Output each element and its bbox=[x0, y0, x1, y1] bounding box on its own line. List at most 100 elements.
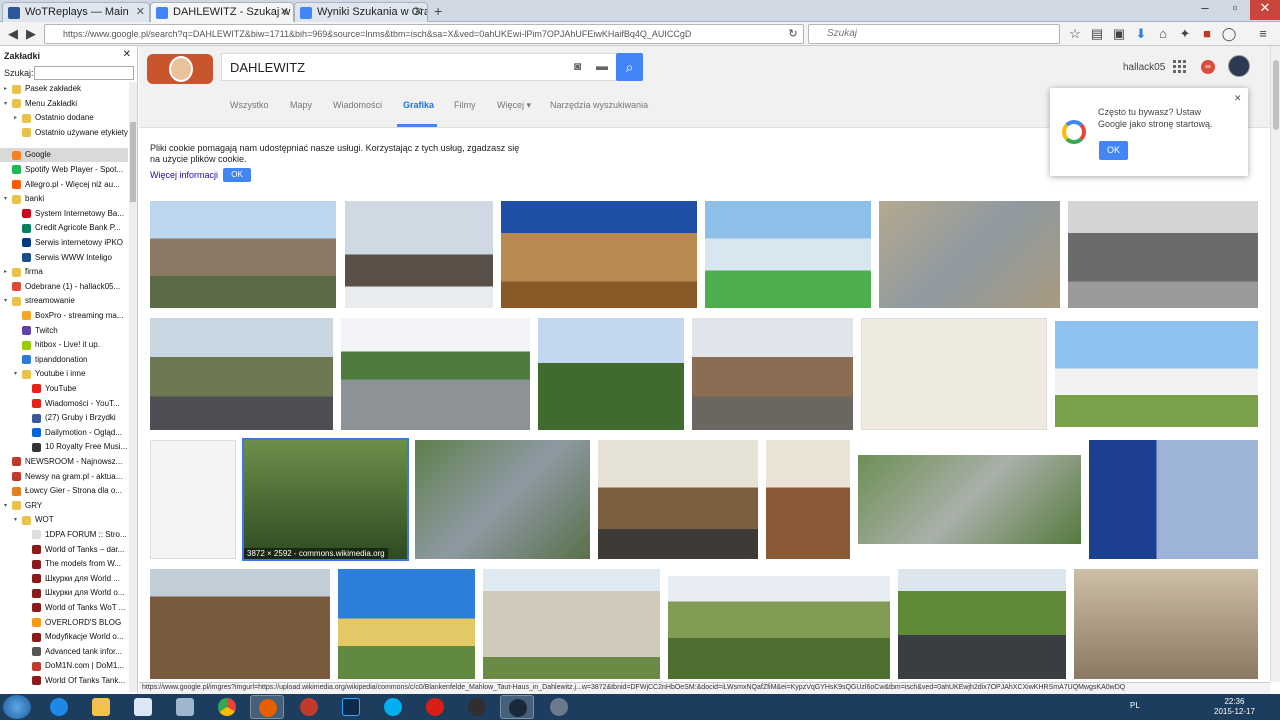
bookmark-item[interactable]: 1DPA FORUM :: Stro... bbox=[0, 528, 128, 542]
bookmark-item[interactable]: World of Tanks WoT ... bbox=[0, 601, 128, 615]
image-result[interactable] bbox=[501, 201, 697, 308]
close-icon[interactable]: ✕ bbox=[1234, 93, 1242, 104]
image-result[interactable] bbox=[1074, 569, 1258, 679]
adblock-icon[interactable]: ■ bbox=[1198, 25, 1216, 43]
bookmark-item[interactable]: Łowcy Gier - Strona dla o... bbox=[0, 484, 128, 498]
bookmark-folder[interactable]: Ostatnio używane etykiety bbox=[0, 126, 128, 140]
tab-grafika[interactable]: Grafika bbox=[403, 100, 434, 110]
lock-icon[interactable]: ▣ bbox=[1110, 25, 1128, 43]
taskbar-photoshop[interactable] bbox=[334, 695, 368, 719]
new-tab-button[interactable]: + bbox=[434, 3, 442, 19]
bookmark-item[interactable]: OVERLORD'S BLOG bbox=[0, 616, 128, 630]
sidebar-scrollbar[interactable] bbox=[129, 82, 137, 692]
image-result[interactable] bbox=[150, 569, 330, 679]
map-image-result[interactable] bbox=[150, 440, 236, 559]
image-result[interactable] bbox=[338, 569, 475, 679]
browser-tab-google-search[interactable]: DAHLEWITZ - Szukaj w Go... ✕ bbox=[150, 2, 294, 22]
camera-icon[interactable]: ◙ bbox=[574, 59, 581, 73]
bookmark-folder[interactable]: ▸ Ostatnio dodane bbox=[0, 111, 128, 125]
bookmark-item[interactable]: System Internetowy Ba... bbox=[0, 207, 128, 221]
taskbar-explorer[interactable] bbox=[84, 695, 118, 719]
close-tab-icon[interactable]: ✕ bbox=[414, 5, 423, 18]
close-sidebar-icon[interactable]: ✕ bbox=[123, 49, 131, 60]
image-result[interactable] bbox=[879, 201, 1060, 308]
taskbar-obs[interactable] bbox=[460, 695, 494, 719]
expand-toggle-icon[interactable]: ▾ bbox=[4, 499, 12, 513]
bookmark-item[interactable]: 10 Royalty Free Musi... bbox=[0, 440, 128, 454]
image-result[interactable] bbox=[483, 569, 660, 679]
taskbar-ie[interactable] bbox=[42, 695, 76, 719]
bookmark-item[interactable]: tipanddonation bbox=[0, 353, 128, 367]
expand-toggle-icon[interactable]: ▾ bbox=[4, 294, 12, 308]
bookmark-item[interactable]: Credit Agricole Bank P... bbox=[0, 221, 128, 235]
sidebar-search-input[interactable] bbox=[34, 66, 134, 80]
bookmark-folder[interactable]: ▾ Menu Zakładki bbox=[0, 97, 128, 111]
language-indicator[interactable]: PL bbox=[1130, 701, 1140, 710]
bookmark-item[interactable]: Wiadomości - YouT... bbox=[0, 397, 128, 411]
image-result[interactable] bbox=[898, 569, 1066, 679]
bookmark-item[interactable]: Spotify Web Player - Spot... bbox=[0, 163, 128, 177]
cookie-more-info-link[interactable]: Więcej informacji bbox=[150, 170, 218, 180]
forward-arrow-icon[interactable]: ▶ bbox=[22, 25, 40, 43]
promo-ok-button[interactable]: OK bbox=[1099, 141, 1128, 160]
bookmark-item[interactable]: Modyfikacje World o... bbox=[0, 630, 128, 644]
taskbar-skype[interactable] bbox=[376, 695, 410, 719]
page-scrollbar[interactable] bbox=[1270, 46, 1280, 682]
bookmark-item[interactable]: NEWSROOM - Najnowsz... bbox=[0, 455, 128, 469]
bookmark-item[interactable]: Advanced tank infor... bbox=[0, 645, 128, 659]
image-result[interactable] bbox=[345, 201, 493, 308]
bookmark-item[interactable]: YouTube bbox=[0, 382, 128, 396]
bookmark-item[interactable]: Newsy na gram.pl - aktua... bbox=[0, 470, 128, 484]
bookmark-item[interactable]: Шкурки для World ... bbox=[0, 572, 128, 586]
browser-search-input[interactable]: Szukaj bbox=[808, 24, 1060, 44]
taskbar-app[interactable] bbox=[292, 695, 326, 719]
expand-toggle-icon[interactable]: ▾ bbox=[14, 367, 22, 381]
close-tab-icon[interactable]: ✕ bbox=[280, 5, 289, 18]
close-tab-icon[interactable]: ✕ bbox=[136, 5, 145, 18]
taskbar-app2[interactable] bbox=[542, 695, 576, 719]
bookmark-folder[interactable]: ▾ WOT bbox=[0, 513, 128, 527]
bookmark-item[interactable]: hitbox - Live! it up. bbox=[0, 338, 128, 352]
back-arrow-icon[interactable]: ◀ bbox=[4, 25, 22, 43]
taskbar-calc[interactable] bbox=[168, 695, 202, 719]
bookmark-item[interactable]: BoxPro - streaming ma... bbox=[0, 309, 128, 323]
tab-wiadomosci[interactable]: Wiadomości bbox=[333, 100, 382, 110]
taskbar-notepad[interactable] bbox=[126, 695, 160, 719]
bookmark-item[interactable]: Шкурки для World o... bbox=[0, 586, 128, 600]
image-result[interactable] bbox=[858, 455, 1081, 544]
start-button[interactable] bbox=[3, 695, 31, 719]
expand-toggle-icon[interactable]: ▸ bbox=[14, 111, 22, 125]
image-result[interactable] bbox=[1089, 440, 1258, 559]
expand-toggle-icon[interactable]: ▾ bbox=[4, 192, 12, 206]
bookmark-item[interactable]: World of Tanks – dar... bbox=[0, 543, 128, 557]
bookmark-item[interactable]: Serwis WWW Inteligo bbox=[0, 251, 128, 265]
expand-toggle-icon[interactable]: ▾ bbox=[4, 97, 12, 111]
taskbar-steam[interactable] bbox=[500, 695, 534, 719]
browser-tab-google-images[interactable]: Wyniki Szukania w Grafice ... ✕ bbox=[294, 2, 428, 22]
url-bar[interactable]: https://www.google.pl/search?q=DAHLEWITZ… bbox=[44, 24, 804, 44]
bookmark-item[interactable]: Google bbox=[0, 148, 128, 163]
close-window-button[interactable]: ✕ bbox=[1250, 0, 1280, 20]
bookmark-item[interactable]: Twitch bbox=[0, 324, 128, 338]
image-result[interactable] bbox=[692, 318, 853, 430]
menu-icon[interactable]: ≡ bbox=[1254, 25, 1272, 43]
expand-toggle-icon[interactable]: ▸ bbox=[4, 265, 12, 279]
image-result[interactable] bbox=[598, 440, 758, 559]
google-search-input[interactable]: DAHLEWITZ ◙ ▬ bbox=[221, 53, 619, 81]
map-image-result[interactable] bbox=[861, 318, 1047, 430]
bookmark-item[interactable]: The models from W... bbox=[0, 557, 128, 571]
expand-toggle-icon[interactable]: ▾ bbox=[14, 513, 22, 527]
cookie-ok-button[interactable]: OK bbox=[223, 168, 251, 182]
bookmark-item[interactable]: Allegro.pl - Więcej niż au... bbox=[0, 178, 128, 192]
scrollbar-thumb[interactable] bbox=[1273, 60, 1279, 130]
image-result-selected[interactable]: 3872 × 2592 - commons.wikimedia.org bbox=[242, 438, 409, 561]
apps-grid-icon[interactable] bbox=[1173, 60, 1187, 74]
bookmark-item[interactable]: Dailymotion - Ogląd... bbox=[0, 426, 128, 440]
tab-filmy[interactable]: Filmy bbox=[454, 100, 476, 110]
image-result[interactable] bbox=[766, 440, 850, 559]
clipboard-icon[interactable]: ▤ bbox=[1088, 25, 1106, 43]
keyboard-icon[interactable]: ▬ bbox=[596, 59, 608, 73]
reload-icon[interactable]: ↻ bbox=[784, 25, 802, 43]
maximize-button[interactable]: ▫ bbox=[1220, 0, 1250, 20]
image-result[interactable] bbox=[668, 576, 890, 679]
